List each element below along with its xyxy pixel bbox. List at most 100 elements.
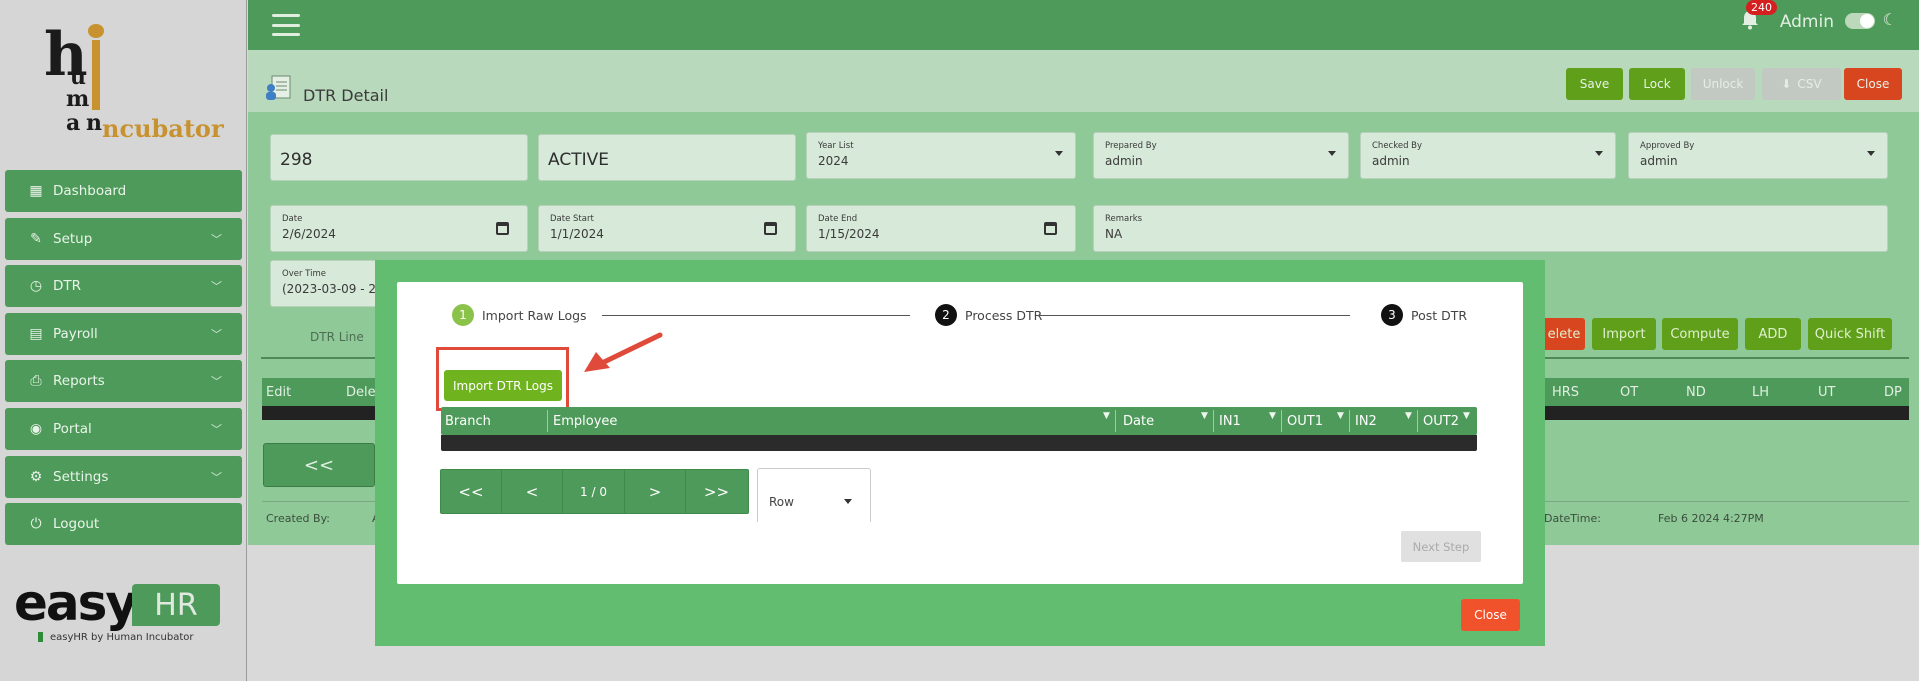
tab-dtr-line[interactable]: DTR Line xyxy=(310,330,364,344)
raw-logs-grid-header: Branch Employee ▼ Date ▼ IN1 ▼ OUT1 ▼ IN… xyxy=(441,407,1477,435)
pager-first-button[interactable]: << xyxy=(441,470,502,513)
col-hrs[interactable]: HRS xyxy=(1552,385,1579,400)
sidebar-item-payroll[interactable]: ▤ Payroll ﹀ xyxy=(5,312,242,355)
logo-i-dot xyxy=(88,24,104,38)
col-in1[interactable]: IN1 xyxy=(1219,414,1241,429)
step-number: 3 xyxy=(1381,304,1403,326)
col-out2[interactable]: OUT2 xyxy=(1423,414,1459,429)
overtime-field[interactable]: Over Time (2023-03-09 - 20 xyxy=(270,260,384,307)
sidebar-item-label: Setup xyxy=(53,230,93,247)
chevron-down-icon: ﹀ xyxy=(211,280,222,294)
power-icon: ⏻ xyxy=(30,516,42,533)
step-connector xyxy=(1037,315,1350,316)
close-button[interactable]: Close xyxy=(1844,68,1902,100)
clock-icon: ◷ xyxy=(29,278,43,295)
col-out1[interactable]: OUT1 xyxy=(1287,414,1323,429)
col-lh[interactable]: LH xyxy=(1752,385,1769,400)
filter-icon[interactable]: ▼ xyxy=(1337,411,1344,421)
user-name[interactable]: Admin xyxy=(1780,12,1834,32)
status-field[interactable]: ACTIVE xyxy=(538,134,796,181)
portal-icon: ◉ xyxy=(29,420,43,437)
filter-icon[interactable]: ▼ xyxy=(1463,411,1470,421)
date-start-field[interactable]: Date Start 1/1/2024 xyxy=(538,205,796,252)
rows-per-page-select[interactable]: Row xyxy=(757,468,871,522)
sidebar-item-portal[interactable]: ◉ Portal ﹀ xyxy=(5,407,242,450)
sidebar-item-dashboard[interactable]: ▦ Dashboard xyxy=(5,170,242,212)
col-nd[interactable]: ND xyxy=(1686,385,1706,400)
calendar-icon xyxy=(1044,222,1057,235)
menu-toggle-icon[interactable] xyxy=(272,14,300,36)
col-ot[interactable]: OT xyxy=(1620,385,1638,400)
import-button[interactable]: Import xyxy=(1592,318,1656,350)
date-end-field[interactable]: Date End 1/15/2024 xyxy=(806,205,1076,252)
filter-icon[interactable]: ▼ xyxy=(1405,411,1412,421)
col-dp[interactable]: DP xyxy=(1884,385,1902,400)
col-date[interactable]: Date xyxy=(1123,414,1154,429)
sidebar-nav: ▦ Dashboard ✎ Setup ﹀ ◷ DTR ﹀ ▤ Payroll … xyxy=(5,170,242,551)
import-wizard-modal: 1 Import Raw Logs 2 Process DTR 3 Post D… xyxy=(375,260,1545,646)
save-button[interactable]: Save xyxy=(1566,68,1623,100)
csv-button[interactable]: ⬇ CSV xyxy=(1762,68,1841,100)
human-incubator-logo: h u m a n ncubator xyxy=(30,18,224,148)
filter-icon[interactable]: ▼ xyxy=(1103,411,1110,421)
filter-icon[interactable]: ▼ xyxy=(1201,411,1208,421)
step-post-dtr[interactable]: 3 Post DTR xyxy=(1381,304,1467,326)
notification-badge: 240 xyxy=(1746,0,1777,15)
caret-down-icon xyxy=(1867,151,1875,156)
sidebar-item-logout[interactable]: ⏻ Logout xyxy=(5,503,242,546)
prepared-by-select[interactable]: Prepared By admin xyxy=(1093,132,1349,179)
datetime-label: DateTime: xyxy=(1544,512,1601,525)
unlock-button[interactable]: Unlock xyxy=(1691,68,1755,100)
col-edit[interactable]: Edit xyxy=(266,385,291,400)
modal-close-button[interactable]: Close xyxy=(1461,599,1520,631)
date-field[interactable]: Date 2/6/2024 xyxy=(270,205,528,252)
datetime-value: Feb 6 2024 4:27PM xyxy=(1658,512,1764,525)
logo-letter-m: m xyxy=(66,86,90,112)
logo-word: ncubator xyxy=(102,114,224,143)
delete-button[interactable]: elete xyxy=(1543,318,1585,350)
approved-by-select[interactable]: Approved By admin xyxy=(1628,132,1888,179)
dtr-id-field[interactable]: 298 xyxy=(270,134,528,181)
col-branch[interactable]: Branch xyxy=(445,414,491,429)
created-by-label: Created By: xyxy=(266,512,330,525)
sidebar-item-label: Payroll xyxy=(53,325,98,342)
add-button[interactable]: ADD xyxy=(1745,318,1801,350)
easyhr-hr-badge: HR xyxy=(132,584,220,626)
col-employee[interactable]: Employee xyxy=(553,414,617,429)
sidebar-item-reports[interactable]: ⎙ Reports ﹀ xyxy=(5,360,242,403)
sidebar-item-settings[interactable]: ⚙ Settings ﹀ xyxy=(5,455,242,498)
caret-down-icon xyxy=(1595,151,1603,156)
step-process-dtr[interactable]: 2 Process DTR xyxy=(935,304,1042,326)
next-step-button[interactable]: Next Step xyxy=(1401,531,1481,562)
lock-button[interactable]: Lock xyxy=(1629,68,1685,100)
sidebar: h u m a n ncubator ▦ Dashboard ✎ Setup ﹀… xyxy=(0,0,247,681)
step-label: Import Raw Logs xyxy=(482,307,587,323)
pager-next-button[interactable]: > xyxy=(625,470,686,513)
sidebar-item-label: Dashboard xyxy=(53,183,127,199)
remarks-field[interactable]: Remarks NA xyxy=(1093,205,1888,252)
compute-button[interactable]: Compute xyxy=(1662,318,1738,350)
step-import-raw-logs[interactable]: 1 Import Raw Logs xyxy=(452,304,587,326)
sidebar-item-dtr[interactable]: ◷ DTR ﹀ xyxy=(5,265,242,308)
raw-logs-pager: << < 1 / 0 > >> xyxy=(440,469,749,514)
step-label: Post DTR xyxy=(1411,307,1468,323)
logo-i-stem xyxy=(92,40,100,110)
quick-shift-button[interactable]: Quick Shift xyxy=(1808,318,1892,350)
import-dtr-logs-button[interactable]: Import DTR Logs xyxy=(444,370,562,401)
sidebar-item-label: Settings xyxy=(53,468,109,485)
pager-prev-button[interactable]: < xyxy=(502,470,563,513)
pager-first-button[interactable]: << xyxy=(263,443,375,487)
chevron-down-icon: ﹀ xyxy=(211,375,222,389)
annotation-arrow-icon xyxy=(584,332,663,372)
caret-down-icon xyxy=(1055,151,1063,156)
col-in2[interactable]: IN2 xyxy=(1355,414,1377,429)
checked-by-select[interactable]: Checked By admin xyxy=(1360,132,1616,179)
pager-last-button[interactable]: >> xyxy=(686,470,747,513)
sidebar-item-setup[interactable]: ✎ Setup ﹀ xyxy=(5,217,242,260)
theme-toggle[interactable] xyxy=(1845,13,1875,29)
chevron-down-icon: ﹀ xyxy=(211,470,222,484)
year-list-select[interactable]: Year List 2024 xyxy=(806,132,1076,179)
col-ut[interactable]: UT xyxy=(1818,385,1835,400)
dashboard-icon: ▦ xyxy=(29,183,43,199)
filter-icon[interactable]: ▼ xyxy=(1269,411,1276,421)
